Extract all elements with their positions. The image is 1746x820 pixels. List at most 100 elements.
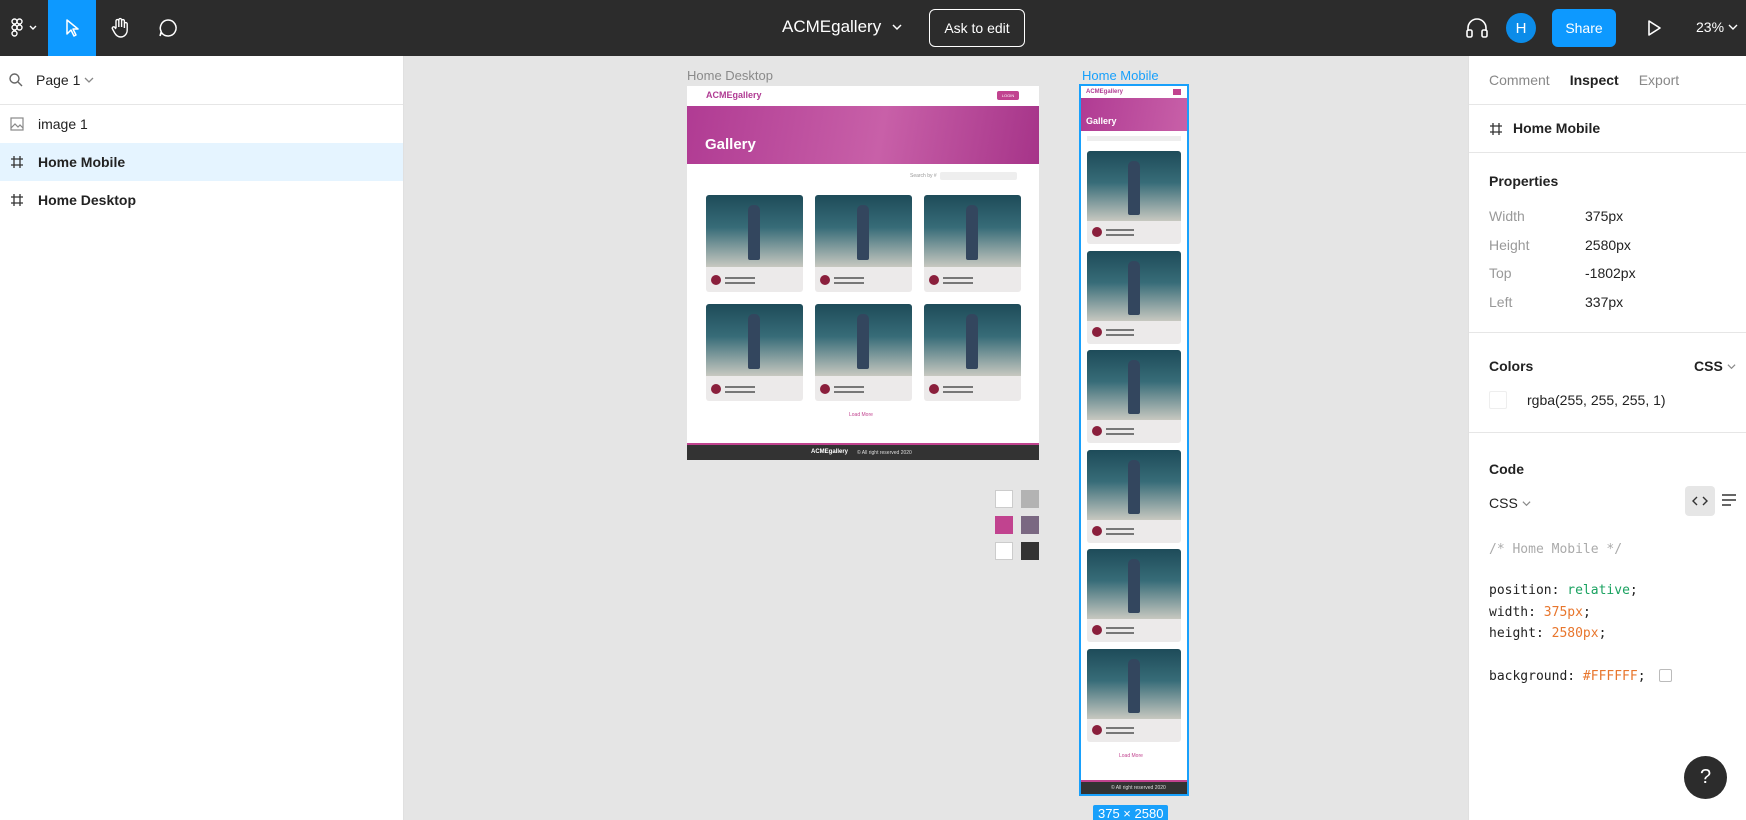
mobile-hero: Gallery [1081, 98, 1187, 131]
layer-home-desktop[interactable]: Home Desktop [0, 181, 403, 219]
desktop-logo: ACMEgallery [706, 90, 762, 100]
zoom-control[interactable]: 23% [1696, 19, 1738, 35]
code-val: 375px [1543, 605, 1583, 620]
prop-left-label: Left [1489, 294, 1513, 310]
share-button[interactable]: Share [1552, 9, 1616, 47]
code-prop: position: [1489, 583, 1560, 598]
layer-label: image 1 [38, 116, 88, 132]
desktop-frame-label[interactable]: Home Desktop [687, 68, 773, 83]
color-value[interactable]: rgba(255, 255, 255, 1) [1527, 392, 1666, 408]
hero-title: Gallery [705, 136, 756, 153]
code-line-position: position: relative; [1489, 583, 1638, 598]
code-comment: /* Home Mobile */ [1489, 542, 1623, 557]
footer-copyright: © All right reserved 2020 [857, 450, 912, 456]
code-language-select[interactable]: CSS [1489, 495, 1531, 511]
colors-format-select[interactable]: CSS [1694, 358, 1736, 374]
headphones-icon[interactable] [1465, 17, 1489, 39]
code-title: Code [1489, 461, 1524, 477]
gallery-card [1087, 151, 1181, 244]
footer-logo: ACMEgallery [811, 449, 849, 455]
search-icon[interactable] [8, 72, 24, 88]
code-view-button[interactable] [1685, 486, 1715, 516]
hand-tool-button[interactable] [96, 0, 144, 56]
tab-inspect[interactable]: Inspect [1570, 72, 1619, 88]
mobile-search-box [1087, 136, 1181, 141]
selection-header: Home Mobile [1469, 104, 1746, 152]
tab-export[interactable]: Export [1639, 72, 1679, 88]
layer-label: Home Mobile [38, 154, 126, 170]
ask-to-edit-button[interactable]: Ask to edit [929, 9, 1025, 47]
file-name: ACMEgallery [782, 17, 882, 36]
inspect-panel: Comment Inspect Export Home Mobile Prope… [1468, 56, 1746, 820]
mobile-menu-button [1173, 89, 1181, 95]
mobile-frame-label[interactable]: Home Mobile [1082, 68, 1159, 83]
size-badge: 375 × 2580 [1093, 805, 1169, 820]
color-swatch-white-2[interactable] [995, 542, 1013, 560]
home-mobile-frame[interactable]: ACMEgallery Gallery Load More © All righ… [1079, 84, 1189, 796]
comment-bubble-icon [159, 19, 177, 37]
color-swatch-white[interactable] [995, 490, 1013, 508]
list-icon [1722, 494, 1736, 506]
code-brackets-icon [1692, 496, 1708, 506]
figma-logo-icon [11, 18, 37, 37]
gallery-card [924, 195, 1021, 292]
zoom-level: 23% [1696, 19, 1725, 35]
gallery-card [815, 304, 912, 401]
gallery-card [815, 195, 912, 292]
color-swatch-magenta[interactable] [995, 516, 1013, 534]
search-label: Search by # [910, 173, 937, 179]
main-menu-button[interactable] [0, 0, 48, 56]
play-icon[interactable] [1645, 19, 1663, 37]
code-line-height: height: 2580px; [1489, 626, 1607, 641]
list-view-button[interactable] [1721, 493, 1737, 512]
frame-icon [11, 194, 23, 206]
chevron-down-icon [84, 77, 94, 83]
prop-top-value[interactable]: -1802px [1585, 265, 1636, 281]
gallery-card [706, 195, 803, 292]
help-button[interactable]: ? [1684, 756, 1727, 799]
login-button: LOGIN [997, 91, 1019, 100]
color-chip [1489, 391, 1507, 409]
layer-image-1[interactable]: image 1 [0, 105, 403, 143]
gallery-card [1087, 251, 1181, 344]
properties-section: Properties Width 375px Height 2580px Top… [1469, 152, 1746, 332]
colors-format-value: CSS [1694, 358, 1723, 374]
properties-title: Properties [1489, 173, 1559, 189]
page-selector[interactable]: Page 1 [0, 56, 403, 105]
desktop-footer: ACMEgallery © All right reserved 2020 [687, 443, 1039, 460]
comment-tool-button[interactable] [144, 0, 192, 56]
color-swatch-gray[interactable] [1021, 490, 1039, 508]
file-title[interactable]: ACMEgallery [782, 17, 903, 37]
prop-left-value[interactable]: 337px [1585, 294, 1623, 310]
tab-comment[interactable]: Comment [1489, 72, 1550, 88]
top-toolbar: ACMEgallery Ask to edit H Share 23% [0, 0, 1746, 56]
home-desktop-frame[interactable]: ACMEgallery LOGIN Gallery Search by # Lo… [687, 86, 1039, 460]
selection-name: Home Mobile [1513, 120, 1601, 136]
prop-height-label: Height [1489, 237, 1530, 253]
mobile-logo: ACMEgallery [1086, 89, 1124, 95]
gallery-card [706, 304, 803, 401]
prop-width-value[interactable]: 375px [1585, 208, 1623, 224]
desktop-nav: ACMEgallery LOGIN [687, 86, 1039, 106]
prop-top-label: Top [1489, 265, 1512, 281]
color-swatch-dark[interactable] [1021, 542, 1039, 560]
chevron-down-icon [892, 24, 902, 31]
gallery-card [1087, 649, 1181, 742]
hand-icon [111, 17, 128, 38]
search-box [940, 172, 1017, 180]
layer-home-mobile[interactable]: Home Mobile [0, 143, 403, 181]
mobile-load-more: Load More [1119, 753, 1143, 759]
gallery-card [1087, 350, 1181, 443]
prop-height-value[interactable]: 2580px [1585, 237, 1631, 253]
code-language: CSS [1489, 495, 1518, 511]
load-more-link: Load More [849, 412, 873, 418]
prop-width-label: Width [1489, 208, 1525, 224]
user-avatar[interactable]: H [1506, 13, 1536, 43]
move-tool-button[interactable] [48, 0, 96, 56]
chevron-down-icon [1728, 24, 1738, 30]
background-color-chip [1659, 669, 1673, 682]
color-swatch-mauve[interactable] [1021, 516, 1039, 534]
code-prop: width: [1489, 605, 1536, 620]
design-canvas[interactable]: Home Desktop Home Mobile ACMEgallery LOG… [404, 56, 1468, 820]
code-line-background: background: #FFFFFF; [1489, 669, 1673, 684]
